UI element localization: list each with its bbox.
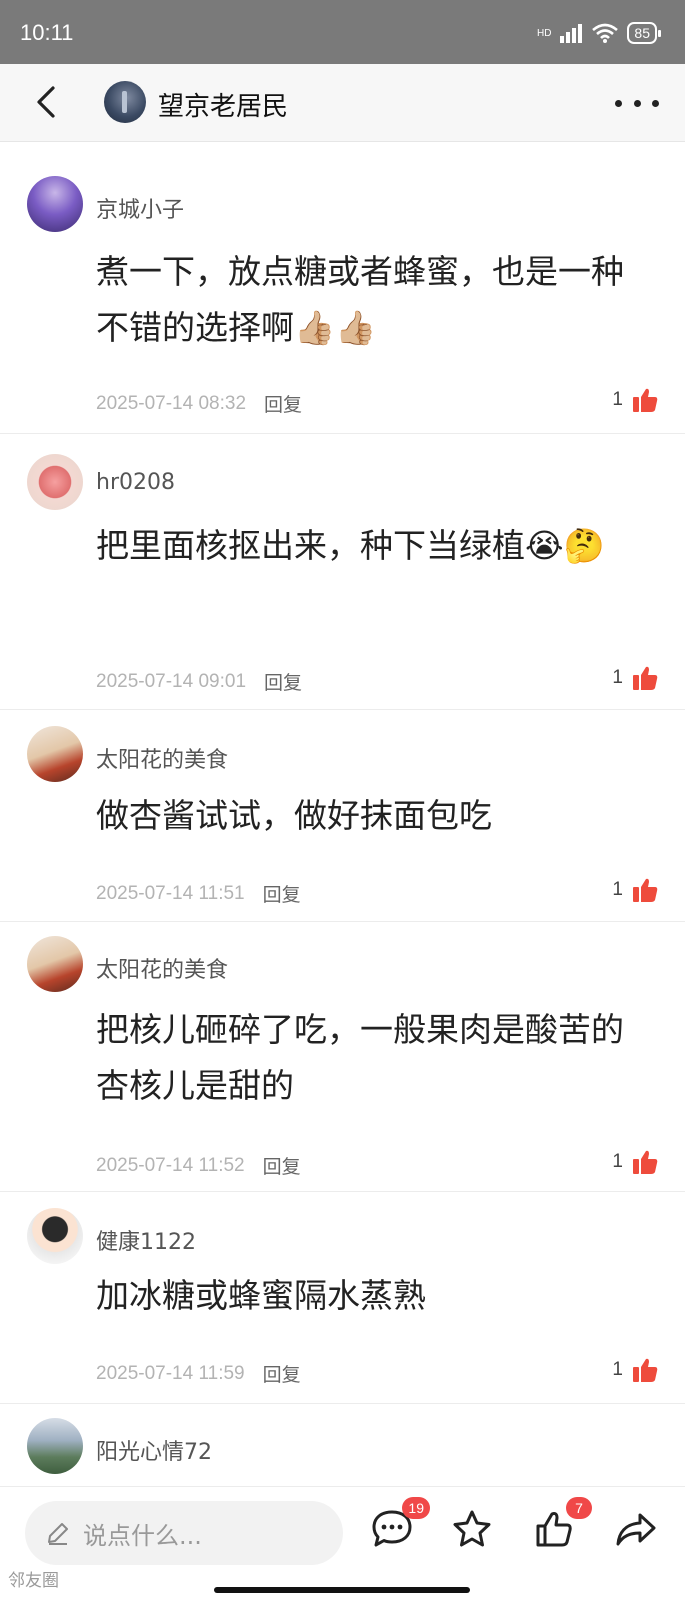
comment-time: 2025-07-14 11:59 [96, 1362, 245, 1384]
like-count: 1 [612, 389, 623, 410]
comment-item: 阳光心情72 [0, 1404, 685, 1486]
comment-meta: 2025-07-14 11:59 回复 [96, 1360, 301, 1387]
watermark: 邻友圈 [8, 1571, 59, 1591]
back-arrow-icon [37, 86, 55, 118]
like-count-badge: 7 [566, 1497, 592, 1519]
comment-username[interactable]: 太阳花的美食 [96, 742, 228, 774]
like-button[interactable]: 1 [612, 1356, 659, 1384]
comment-meta: 2025-07-14 08:32 回复 [96, 390, 302, 417]
like-count: 1 [612, 667, 623, 688]
reply-button[interactable]: 回复 [263, 1152, 301, 1179]
like-post-button[interactable]: 7 [530, 1497, 592, 1553]
avatar[interactable] [27, 726, 83, 782]
battery-indicator: 85 [627, 22, 661, 44]
reply-button[interactable]: 回复 [264, 668, 302, 695]
input-placeholder: 说点什么... [83, 1521, 202, 1550]
comment-username[interactable]: 太阳花的美食 [96, 952, 228, 984]
hd-label: HD [536, 27, 552, 39]
comment-time: 2025-07-14 11:51 [96, 882, 245, 904]
thumbs-up-icon [633, 878, 658, 902]
comment-text: 做杏酱试试，做好抹面包吃 [96, 796, 492, 835]
page-title[interactable]: 望京老居民 [158, 86, 288, 123]
group-avatar[interactable] [104, 81, 146, 123]
comment-username[interactable]: hr0208 [96, 470, 175, 495]
status-time: 10:11 [20, 20, 74, 45]
star-icon [453, 1510, 491, 1547]
like-count: 1 [612, 879, 623, 900]
comment-text: 加冰糖或蜂蜜隔水蒸熟 [96, 1276, 426, 1315]
signal-icon [560, 24, 583, 43]
home-indicator[interactable] [214, 1587, 470, 1593]
like-count: 1 [612, 1151, 623, 1172]
comment-username[interactable]: 京城小子 [96, 192, 184, 224]
comment-username[interactable]: 阳光心情72 [96, 1434, 212, 1466]
like-button[interactable]: 1 [612, 876, 659, 904]
comment-input[interactable]: 说点什么... [25, 1501, 343, 1565]
more-button[interactable] [615, 90, 659, 116]
avatar[interactable] [27, 1418, 83, 1474]
reply-button[interactable]: 回复 [263, 1360, 301, 1387]
comment-meta: 2025-07-14 11:52 回复 [96, 1152, 301, 1179]
comment-item: 太阳花的美食 把核儿砸碎了吃，一般果肉是酸苦的杏核儿是甜的 2025-07-14… [0, 922, 685, 1192]
avatar[interactable] [27, 176, 83, 232]
comment-text: 把核儿砸碎了吃，一般果肉是酸苦的杏核儿是甜的 [96, 1010, 624, 1105]
comment-item: 京城小子 煮一下，放点糖或者蜂蜜，也是一种不错的选择啊👍🏼👍🏼 2025-07-… [0, 142, 685, 434]
nav-bar: 望京老居民 [0, 64, 685, 142]
comment-item: 健康1122 加冰糖或蜂蜜隔水蒸熟 2025-07-14 11:59 回复 1 [0, 1192, 685, 1404]
more-icon [615, 99, 622, 107]
avatar[interactable] [27, 454, 83, 510]
bottom-action-bar: 说点什么... 19 7 [0, 1486, 685, 1600]
status-icons: HD 85 [536, 22, 661, 44]
comments-button[interactable]: 19 [368, 1497, 430, 1553]
comment-item: hr0208 把里面核抠出来，种下当绿植😭🤔 2025-07-14 09:01 … [0, 434, 685, 710]
thumbs-up-icon [633, 1150, 658, 1174]
comment-item: 太阳花的美食 做杏酱试试，做好抹面包吃 2025-07-14 11:51 回复 … [0, 710, 685, 922]
favorite-button[interactable] [448, 1505, 496, 1553]
reply-button[interactable]: 回复 [264, 390, 302, 417]
comment-meta: 2025-07-14 09:01 回复 [96, 668, 302, 695]
like-button[interactable]: 1 [612, 664, 659, 692]
wifi-icon [592, 23, 619, 43]
avatar[interactable] [27, 1208, 83, 1264]
like-button[interactable]: 1 [612, 1148, 659, 1176]
share-button[interactable] [612, 1505, 660, 1553]
comment-time: 2025-07-14 08:32 [96, 392, 247, 414]
avatar[interactable] [27, 936, 83, 992]
share-icon [616, 1513, 656, 1546]
comment-time: 2025-07-14 11:52 [96, 1154, 245, 1176]
status-bar: 10:11 HD 85 [0, 0, 685, 64]
back-button[interactable] [26, 82, 66, 122]
thumbs-up-icon [633, 388, 658, 412]
comment-meta: 2025-07-14 11:51 回复 [96, 880, 301, 907]
comment-text: 煮一下，放点糖或者蜂蜜，也是一种不错的选择啊👍🏼👍🏼 [96, 252, 624, 347]
like-count: 1 [612, 1359, 623, 1380]
reply-button[interactable]: 回复 [263, 880, 301, 907]
thumbs-up-icon [633, 666, 658, 690]
pencil-icon [48, 1523, 68, 1545]
comment-count-badge: 19 [402, 1497, 430, 1519]
comment-time: 2025-07-14 09:01 [96, 670, 247, 692]
comment-text: 把里面核抠出来，种下当绿植😭🤔 [96, 526, 605, 565]
like-button[interactable]: 1 [612, 386, 659, 414]
comment-username[interactable]: 健康1122 [96, 1224, 196, 1256]
thumbs-up-icon [633, 1358, 658, 1382]
